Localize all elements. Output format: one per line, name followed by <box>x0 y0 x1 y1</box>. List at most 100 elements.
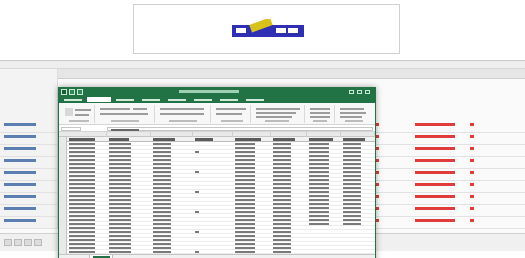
cell[interactable] <box>153 175 171 177</box>
cell[interactable] <box>309 175 329 177</box>
cell[interactable] <box>153 163 171 165</box>
cell[interactable] <box>343 179 361 181</box>
cell[interactable] <box>273 143 291 145</box>
cell[interactable] <box>109 163 131 165</box>
cell[interactable] <box>273 215 291 217</box>
row-link[interactable] <box>4 159 36 162</box>
cell[interactable] <box>153 227 171 229</box>
prev-page-button[interactable] <box>14 239 22 246</box>
cell[interactable] <box>109 227 131 229</box>
cell[interactable] <box>109 223 131 225</box>
ribbon-group-clipboard[interactable] <box>61 105 95 123</box>
cell[interactable] <box>109 143 131 145</box>
cell[interactable] <box>343 151 361 153</box>
cell[interactable] <box>153 147 171 149</box>
row-link[interactable] <box>4 171 36 174</box>
cell[interactable] <box>273 231 291 233</box>
cell[interactable] <box>69 207 95 209</box>
cell[interactable] <box>109 207 131 209</box>
name-box[interactable] <box>61 127 81 131</box>
cell[interactable] <box>195 171 199 173</box>
cell[interactable] <box>343 219 361 221</box>
cell[interactable] <box>69 223 95 225</box>
cell[interactable] <box>273 167 291 169</box>
cell[interactable] <box>235 243 255 245</box>
cell[interactable] <box>309 199 329 201</box>
cell[interactable] <box>69 143 95 145</box>
cell[interactable] <box>235 155 255 157</box>
cell[interactable] <box>69 171 95 173</box>
cell[interactable] <box>153 199 171 201</box>
cell[interactable] <box>153 171 171 173</box>
cell[interactable] <box>109 171 131 173</box>
last-page-button[interactable] <box>34 239 42 246</box>
cell[interactable] <box>273 163 291 165</box>
formula-input[interactable] <box>107 127 373 131</box>
cell[interactable] <box>235 195 255 197</box>
cell[interactable] <box>309 223 329 225</box>
cell[interactable] <box>309 155 329 157</box>
cell[interactable] <box>69 151 95 153</box>
cell[interactable] <box>273 155 291 157</box>
cell[interactable] <box>153 239 171 241</box>
spreadsheet-grid[interactable] <box>59 132 375 254</box>
cell[interactable] <box>343 143 361 145</box>
cell[interactable] <box>343 215 361 217</box>
cell[interactable] <box>273 199 291 201</box>
row-link[interactable] <box>4 219 36 222</box>
cell[interactable] <box>153 219 171 221</box>
cell[interactable] <box>69 235 95 237</box>
cell[interactable] <box>153 223 171 225</box>
cell[interactable] <box>153 231 171 233</box>
cell[interactable] <box>235 251 255 253</box>
cell[interactable] <box>153 155 171 157</box>
cell[interactable] <box>69 211 95 213</box>
row-link[interactable] <box>4 195 36 198</box>
cell[interactable] <box>109 243 131 245</box>
ribbon-tab[interactable] <box>113 97 137 102</box>
cell[interactable] <box>343 163 361 165</box>
cell[interactable] <box>343 211 361 213</box>
maximize-button[interactable] <box>357 90 362 94</box>
cell[interactable] <box>153 251 171 253</box>
cell[interactable] <box>309 203 329 205</box>
cell[interactable] <box>343 175 361 177</box>
cell[interactable] <box>273 207 291 209</box>
cell[interactable] <box>69 199 95 201</box>
cell[interactable] <box>69 195 95 197</box>
next-page-button[interactable] <box>24 239 32 246</box>
cell[interactable] <box>235 203 255 205</box>
cell[interactable] <box>235 167 255 169</box>
cell[interactable] <box>273 147 291 149</box>
ribbon-tab[interactable] <box>217 97 241 102</box>
cell[interactable] <box>109 195 131 197</box>
close-button[interactable] <box>365 90 370 94</box>
cell[interactable] <box>153 187 171 189</box>
cell[interactable] <box>153 191 171 193</box>
cell[interactable] <box>235 171 255 173</box>
cell[interactable] <box>273 183 291 185</box>
cell[interactable] <box>309 187 329 189</box>
ribbon-tab[interactable] <box>165 97 189 102</box>
cell-area[interactable] <box>67 137 375 254</box>
ribbon-group-cells[interactable] <box>307 105 335 123</box>
cell[interactable] <box>273 191 291 193</box>
cell[interactable] <box>343 187 361 189</box>
cell[interactable] <box>309 219 329 221</box>
cell[interactable] <box>273 247 291 249</box>
cell[interactable] <box>153 207 171 209</box>
cell[interactable] <box>235 223 255 225</box>
row-link[interactable] <box>4 183 36 186</box>
cell[interactable] <box>69 215 95 217</box>
cell[interactable] <box>309 171 329 173</box>
cell[interactable] <box>235 147 255 149</box>
cell[interactable] <box>109 231 131 233</box>
cell[interactable] <box>153 143 171 145</box>
ribbon-group-alignment[interactable] <box>157 105 211 123</box>
cell[interactable] <box>153 215 171 217</box>
header-cell[interactable] <box>153 138 175 141</box>
cell[interactable] <box>235 179 255 181</box>
undo-icon[interactable] <box>77 89 83 95</box>
ribbon-tab-home[interactable] <box>87 97 111 102</box>
header-cell[interactable] <box>273 138 295 141</box>
